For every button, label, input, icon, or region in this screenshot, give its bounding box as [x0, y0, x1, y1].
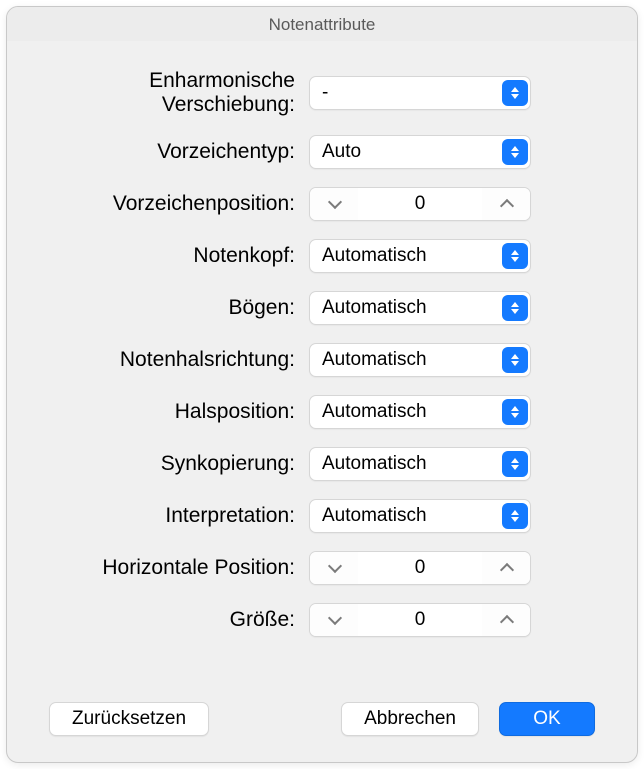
horizontal-position-stepper: 0 [309, 551, 531, 585]
cancel-button[interactable]: Abbrechen [341, 702, 479, 736]
size-label: Größe: [49, 608, 295, 632]
stem-position-label: Halsposition: [49, 400, 295, 424]
accidental-position-increment[interactable] [482, 188, 530, 220]
stem-position-select[interactable]: Automatisch [309, 395, 531, 429]
updown-caret-icon [502, 80, 528, 106]
updown-caret-icon [502, 451, 528, 477]
accidental-position-label: Vorzeichenposition: [49, 192, 295, 216]
stem-direction-select[interactable]: Automatisch [309, 343, 531, 377]
slurs-label: Bögen: [49, 296, 295, 320]
interpretation-value: Automatisch [322, 505, 502, 527]
updown-caret-icon [502, 399, 528, 425]
chevron-down-icon [328, 562, 340, 574]
horizontal-position-increment[interactable] [482, 552, 530, 584]
stem-position-value: Automatisch [322, 401, 502, 423]
syncopation-value: Automatisch [322, 453, 502, 475]
stem-direction-label: Notenhalsrichtung: [49, 348, 295, 372]
interpretation-label: Interpretation: [49, 504, 295, 528]
slurs-value: Automatisch [322, 297, 502, 319]
size-decrement[interactable] [310, 604, 358, 636]
horizontal-position-value[interactable]: 0 [358, 557, 482, 579]
button-bar: Zurücksetzen Abbrechen OK [7, 702, 637, 762]
reset-button[interactable]: Zurücksetzen [49, 702, 209, 736]
updown-caret-icon [502, 347, 528, 373]
updown-caret-icon [502, 295, 528, 321]
accidental-position-stepper: 0 [309, 187, 531, 221]
chevron-down-icon [328, 614, 340, 626]
size-stepper: 0 [309, 603, 531, 637]
size-increment[interactable] [482, 604, 530, 636]
note-attributes-dialog: Notenattribute Enharmonische Verschiebun… [6, 6, 638, 763]
syncopation-select[interactable]: Automatisch [309, 447, 531, 481]
notehead-value: Automatisch [322, 245, 502, 267]
slurs-select[interactable]: Automatisch [309, 291, 531, 325]
chevron-down-icon [328, 198, 340, 210]
enharmonic-shift-value: - [322, 82, 502, 104]
updown-caret-icon [502, 139, 528, 165]
notehead-label: Notenkopf: [49, 244, 295, 268]
updown-caret-icon [502, 243, 528, 269]
enharmonic-shift-select[interactable]: - [309, 76, 531, 110]
window-title: Notenattribute [7, 7, 637, 41]
ok-button[interactable]: OK [499, 702, 595, 736]
notehead-select[interactable]: Automatisch [309, 239, 531, 273]
stem-direction-value: Automatisch [322, 349, 502, 371]
accidental-position-decrement[interactable] [310, 188, 358, 220]
interpretation-select[interactable]: Automatisch [309, 499, 531, 533]
accidental-position-value[interactable]: 0 [358, 193, 482, 215]
chevron-up-icon [500, 198, 512, 210]
form-content: Enharmonische Verschiebung: - Vorzeichen… [7, 41, 637, 702]
accidental-type-label: Vorzeichentyp: [49, 140, 295, 164]
horizontal-position-decrement[interactable] [310, 552, 358, 584]
chevron-up-icon [500, 614, 512, 626]
chevron-up-icon [500, 562, 512, 574]
syncopation-label: Synkopierung: [49, 452, 295, 476]
updown-caret-icon [502, 503, 528, 529]
accidental-type-select[interactable]: Auto [309, 135, 531, 169]
accidental-type-value: Auto [322, 141, 502, 163]
enharmonic-shift-label: Enharmonische Verschiebung: [49, 69, 295, 117]
horizontal-position-label: Horizontale Position: [49, 556, 295, 580]
size-value[interactable]: 0 [358, 609, 482, 631]
